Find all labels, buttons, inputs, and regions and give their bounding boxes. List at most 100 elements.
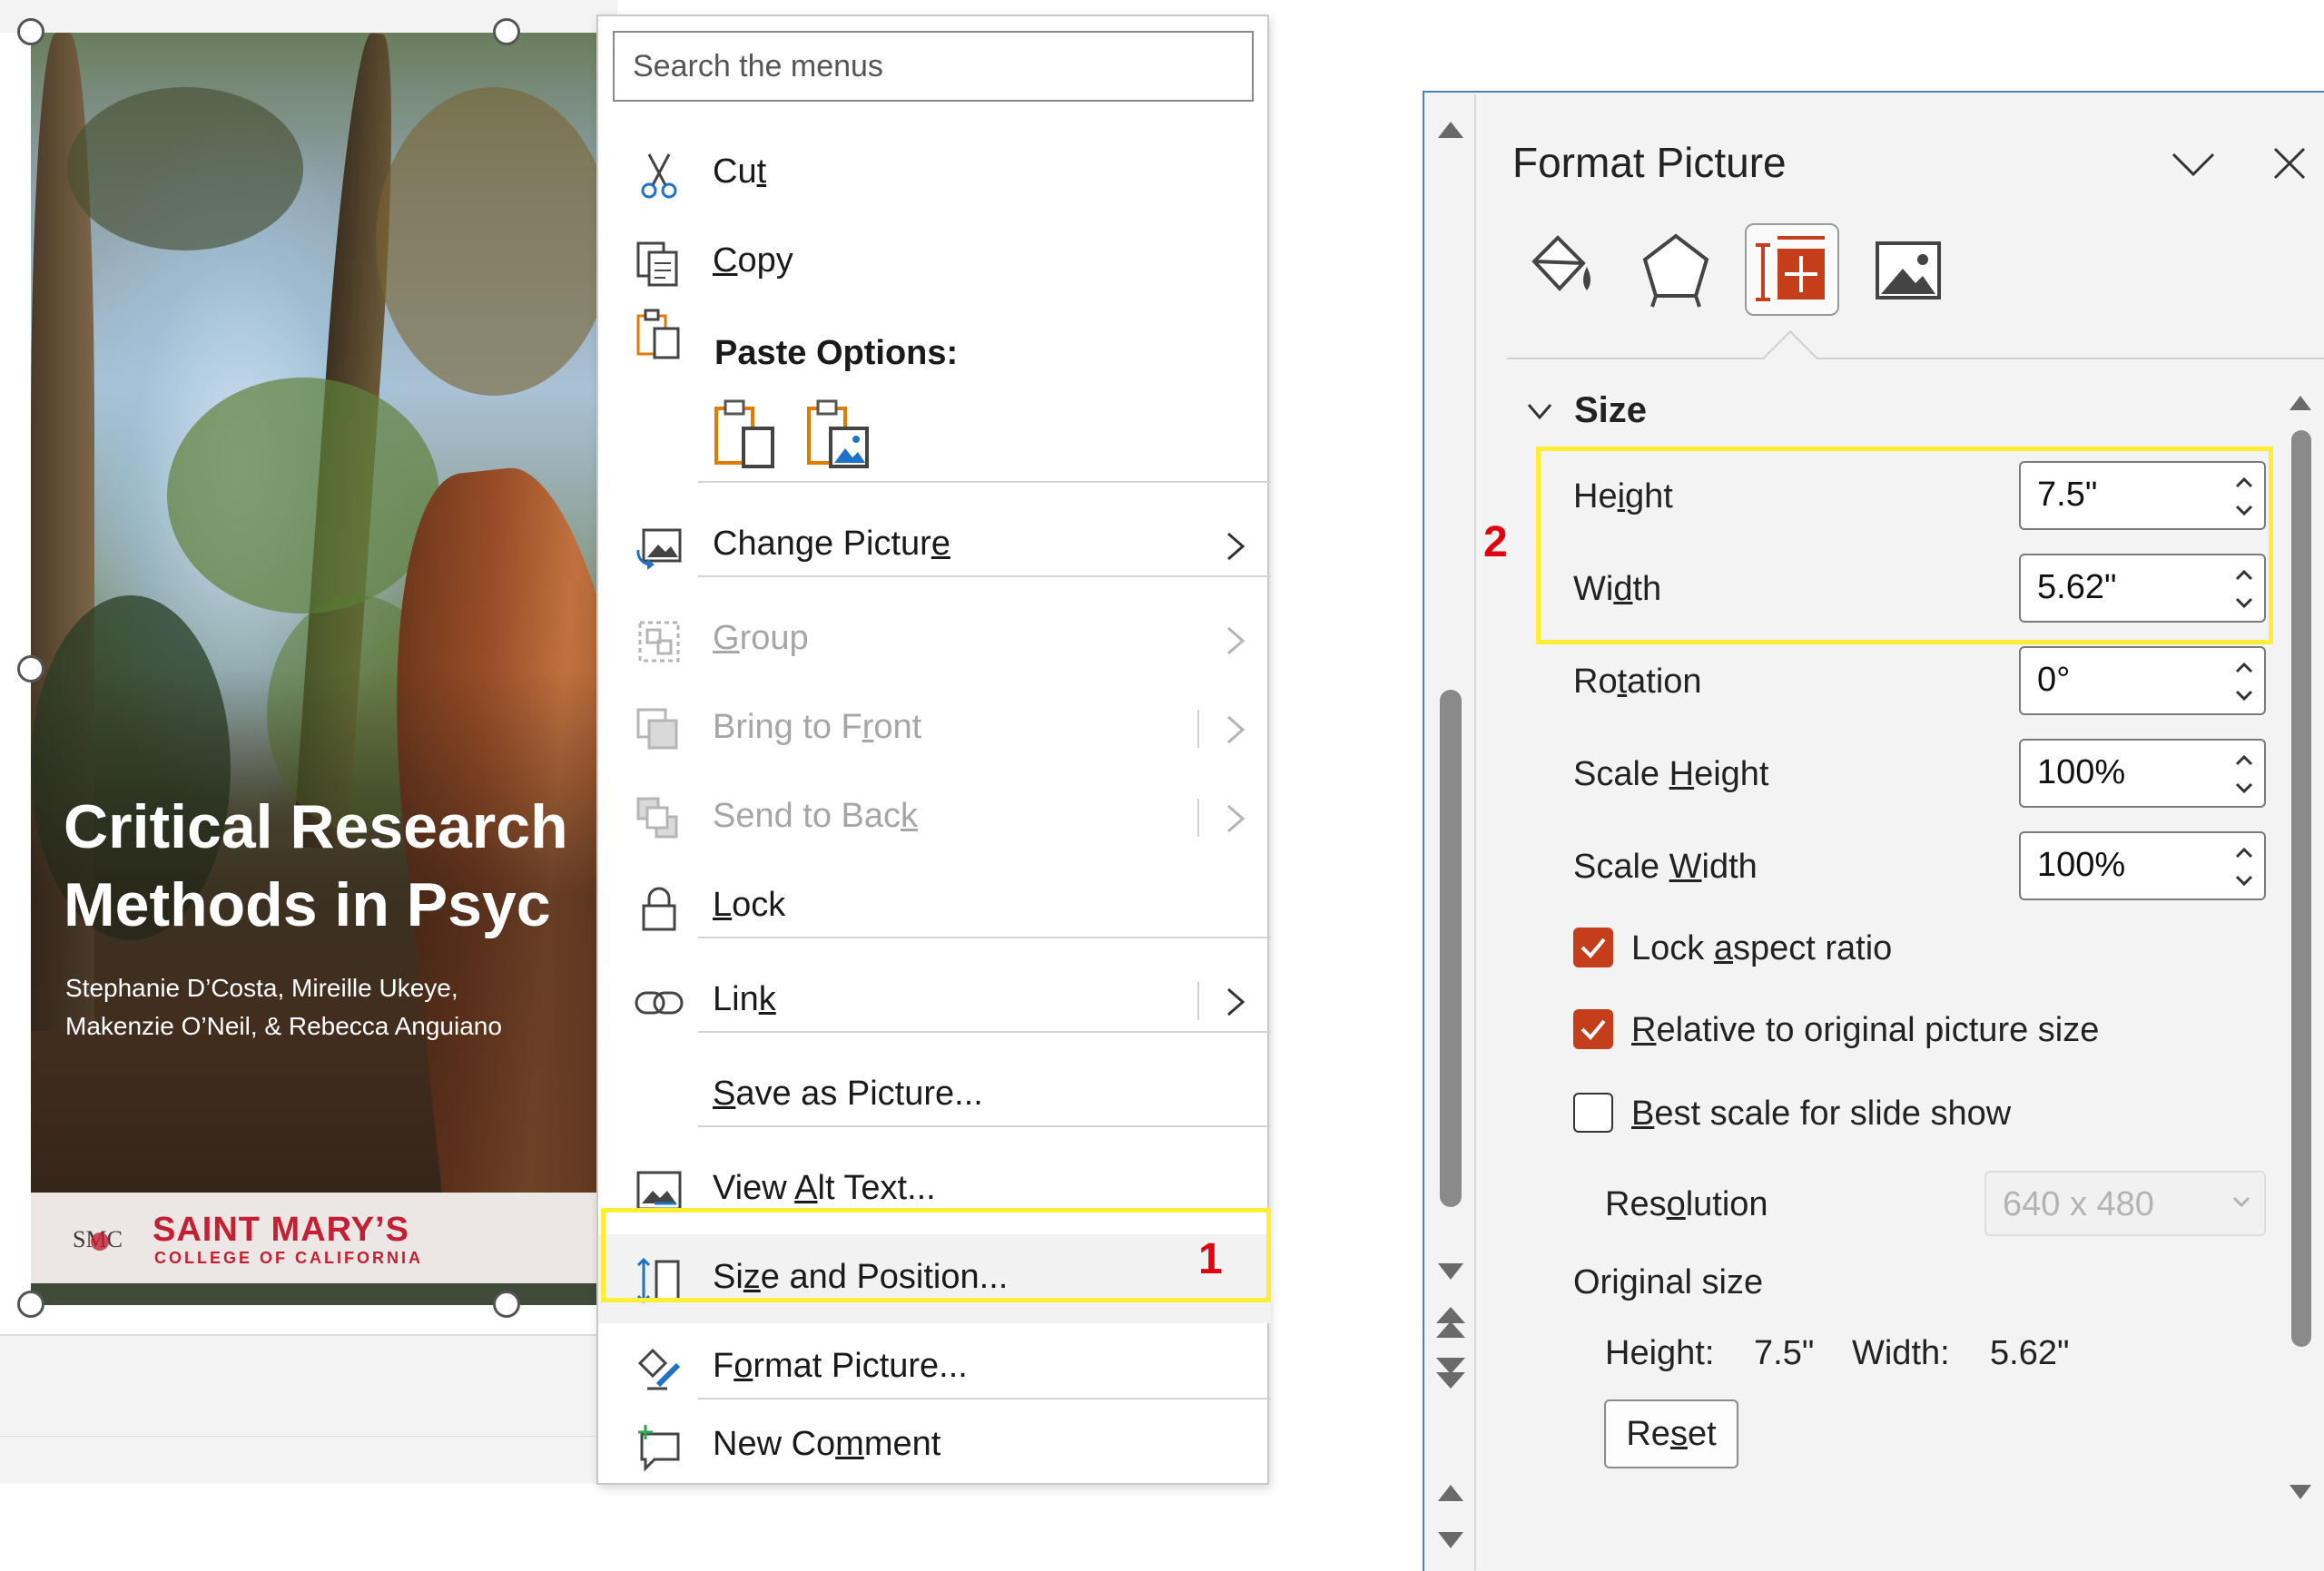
scroll-down-icon[interactable] <box>1434 1528 1467 1552</box>
chevron-collapse-icon[interactable] <box>1525 399 1554 425</box>
lock-aspect-ratio-label[interactable]: Lock aspect ratio <box>1631 929 1892 968</box>
checkmark-icon <box>1581 938 1606 958</box>
link-icon <box>635 991 684 1015</box>
change-picture-icon <box>636 528 682 570</box>
menu-label-lock: Lock <box>713 886 786 924</box>
paste-keep-formatting-icon[interactable] <box>713 398 780 470</box>
spinner-arrows-icon[interactable] <box>2231 653 2257 710</box>
chevron-right-icon <box>1227 532 1246 561</box>
menu-label-bring-to-front: Bring to Front <box>713 708 922 746</box>
highlight-size-and-position <box>601 1208 1271 1302</box>
step-badge-2: 2 <box>1483 518 1508 566</box>
resize-handle-top-left[interactable] <box>17 18 44 45</box>
reset-button[interactable]: Reset <box>1604 1399 1738 1468</box>
checkmark-icon <box>1581 1019 1606 1040</box>
college-name: SAINT MARY’S <box>153 1211 409 1249</box>
pane-title: Format Picture <box>1512 139 1787 186</box>
fill-line-icon[interactable] <box>1516 225 1607 316</box>
tab-divider <box>1507 358 2324 359</box>
menu-search-input[interactable]: Search the menus <box>613 31 1254 102</box>
spinner-arrows-icon[interactable] <box>2231 746 2257 802</box>
copy-icon <box>636 241 678 287</box>
best-scale-label[interactable]: Best scale for slide show <box>1631 1095 2011 1134</box>
slide-area-top <box>0 0 617 33</box>
menu-label-cut: Cut <box>713 152 767 191</box>
chevron-right-icon <box>1227 987 1246 1016</box>
menu-label-link: Link <box>713 980 776 1018</box>
step-badge-1: 1 <box>1198 1235 1223 1283</box>
chevron-down-icon <box>2232 1196 2250 1208</box>
chevron-right-icon <box>1227 804 1246 833</box>
menu-separator <box>698 481 1271 483</box>
send-to-back-icon <box>636 797 678 839</box>
menu-separator <box>698 575 1271 577</box>
menu-item-new-comment[interactable]: New Comment <box>598 1401 1271 1490</box>
scissors-icon <box>641 153 677 199</box>
new-comment-icon <box>638 1425 680 1472</box>
picture-icon[interactable] <box>1863 225 1954 316</box>
chevron-right-icon <box>1227 715 1246 744</box>
split-separator <box>1197 799 1199 837</box>
menu-label-save-as-picture: Save as Picture... <box>713 1075 983 1113</box>
relative-to-original-label[interactable]: Relative to original picture size <box>1631 1011 2099 1050</box>
original-width-value: 5.62" <box>1990 1334 2070 1372</box>
slide-canvas-area <box>0 1334 617 1484</box>
size-properties-icon <box>1756 236 1825 301</box>
chevron-right-icon <box>1227 626 1246 655</box>
scroll-down-icon[interactable] <box>2286 1481 2315 1503</box>
menu-item-bring-to-front[interactable]: Bring to Front <box>598 684 1271 773</box>
resolution-select[interactable]: 640 x 480 <box>1984 1171 2266 1236</box>
original-size-heading: Original size <box>1573 1263 1764 1301</box>
rotation-spinner[interactable]: 0° <box>2019 646 2266 715</box>
scroll-down-icon[interactable] <box>1434 1260 1467 1283</box>
menu-item-cut[interactable]: Cut <box>598 129 1271 218</box>
menu-label-new-comment: New Comment <box>713 1425 941 1463</box>
original-height-label: Height: <box>1605 1334 1715 1372</box>
rotation-label: Rotation <box>1573 663 1702 701</box>
scale-height-label: Scale Height <box>1573 755 1769 793</box>
page-up-down-icon[interactable] <box>1433 1305 1469 1390</box>
section-size-heading[interactable]: Size <box>1574 390 1647 431</box>
scroll-up-icon[interactable] <box>1434 1481 1467 1505</box>
pane-inner-scroll-thumb[interactable] <box>2291 430 2311 1347</box>
selected-picture[interactable] <box>31 33 599 1305</box>
scale-height-spinner[interactable]: 100% <box>2019 739 2266 808</box>
menu-separator <box>698 937 1271 938</box>
pane-outer-scroll-thumb[interactable] <box>1440 690 1462 1207</box>
menu-item-send-to-back[interactable]: Send to Back <box>598 773 1271 862</box>
scroll-up-icon[interactable] <box>1434 118 1467 142</box>
menu-item-copy[interactable]: Copy <box>598 218 1271 307</box>
spinner-arrows-icon[interactable] <box>2231 839 2257 895</box>
menu-label-copy: Copy <box>713 241 793 280</box>
scroll-up-icon[interactable] <box>2286 392 2315 414</box>
paste-as-picture-icon[interactable] <box>805 398 872 470</box>
bring-to-front-icon <box>636 708 678 750</box>
menu-item-group[interactable]: Group <box>598 595 1271 684</box>
resize-handle-bottom-left[interactable] <box>17 1291 44 1318</box>
menu-label-format-picture: Format Picture... <box>713 1347 968 1385</box>
menu-label-send-to-back: Send to Back <box>713 797 919 835</box>
effects-icon[interactable] <box>1630 225 1721 316</box>
chevron-down-icon[interactable] <box>2170 145 2217 182</box>
format-picture-icon <box>637 1348 681 1390</box>
best-scale-checkbox[interactable] <box>1573 1093 1613 1133</box>
menu-label-change-picture: Change Picture <box>713 525 950 563</box>
resize-handle-top-right[interactable] <box>493 18 520 45</box>
highlight-height-width <box>1536 447 2273 644</box>
menu-label-group: Group <box>713 619 809 657</box>
cover-authors: Stephanie D’Costa, Mireille Ukeye, Maken… <box>65 974 502 1040</box>
close-icon[interactable] <box>2271 145 2308 182</box>
menu-separator <box>698 1125 1271 1127</box>
lock-aspect-ratio-checkbox[interactable] <box>1573 928 1613 967</box>
cover-title: Critical Research Methods in Psyc <box>64 792 568 939</box>
original-width-label: Width: <box>1852 1334 1950 1372</box>
paste-icon <box>636 309 680 359</box>
scale-width-spinner[interactable]: 100% <box>2019 831 2266 900</box>
paste-options-heading: Paste Options: <box>714 334 959 372</box>
relative-to-original-checkbox[interactable] <box>1573 1009 1613 1049</box>
lock-icon <box>642 887 676 931</box>
group-icon <box>638 621 680 663</box>
resize-handle-bottom-right[interactable] <box>493 1291 520 1318</box>
resize-handle-middle-left[interactable] <box>17 655 44 682</box>
menu-separator <box>698 1398 1271 1399</box>
